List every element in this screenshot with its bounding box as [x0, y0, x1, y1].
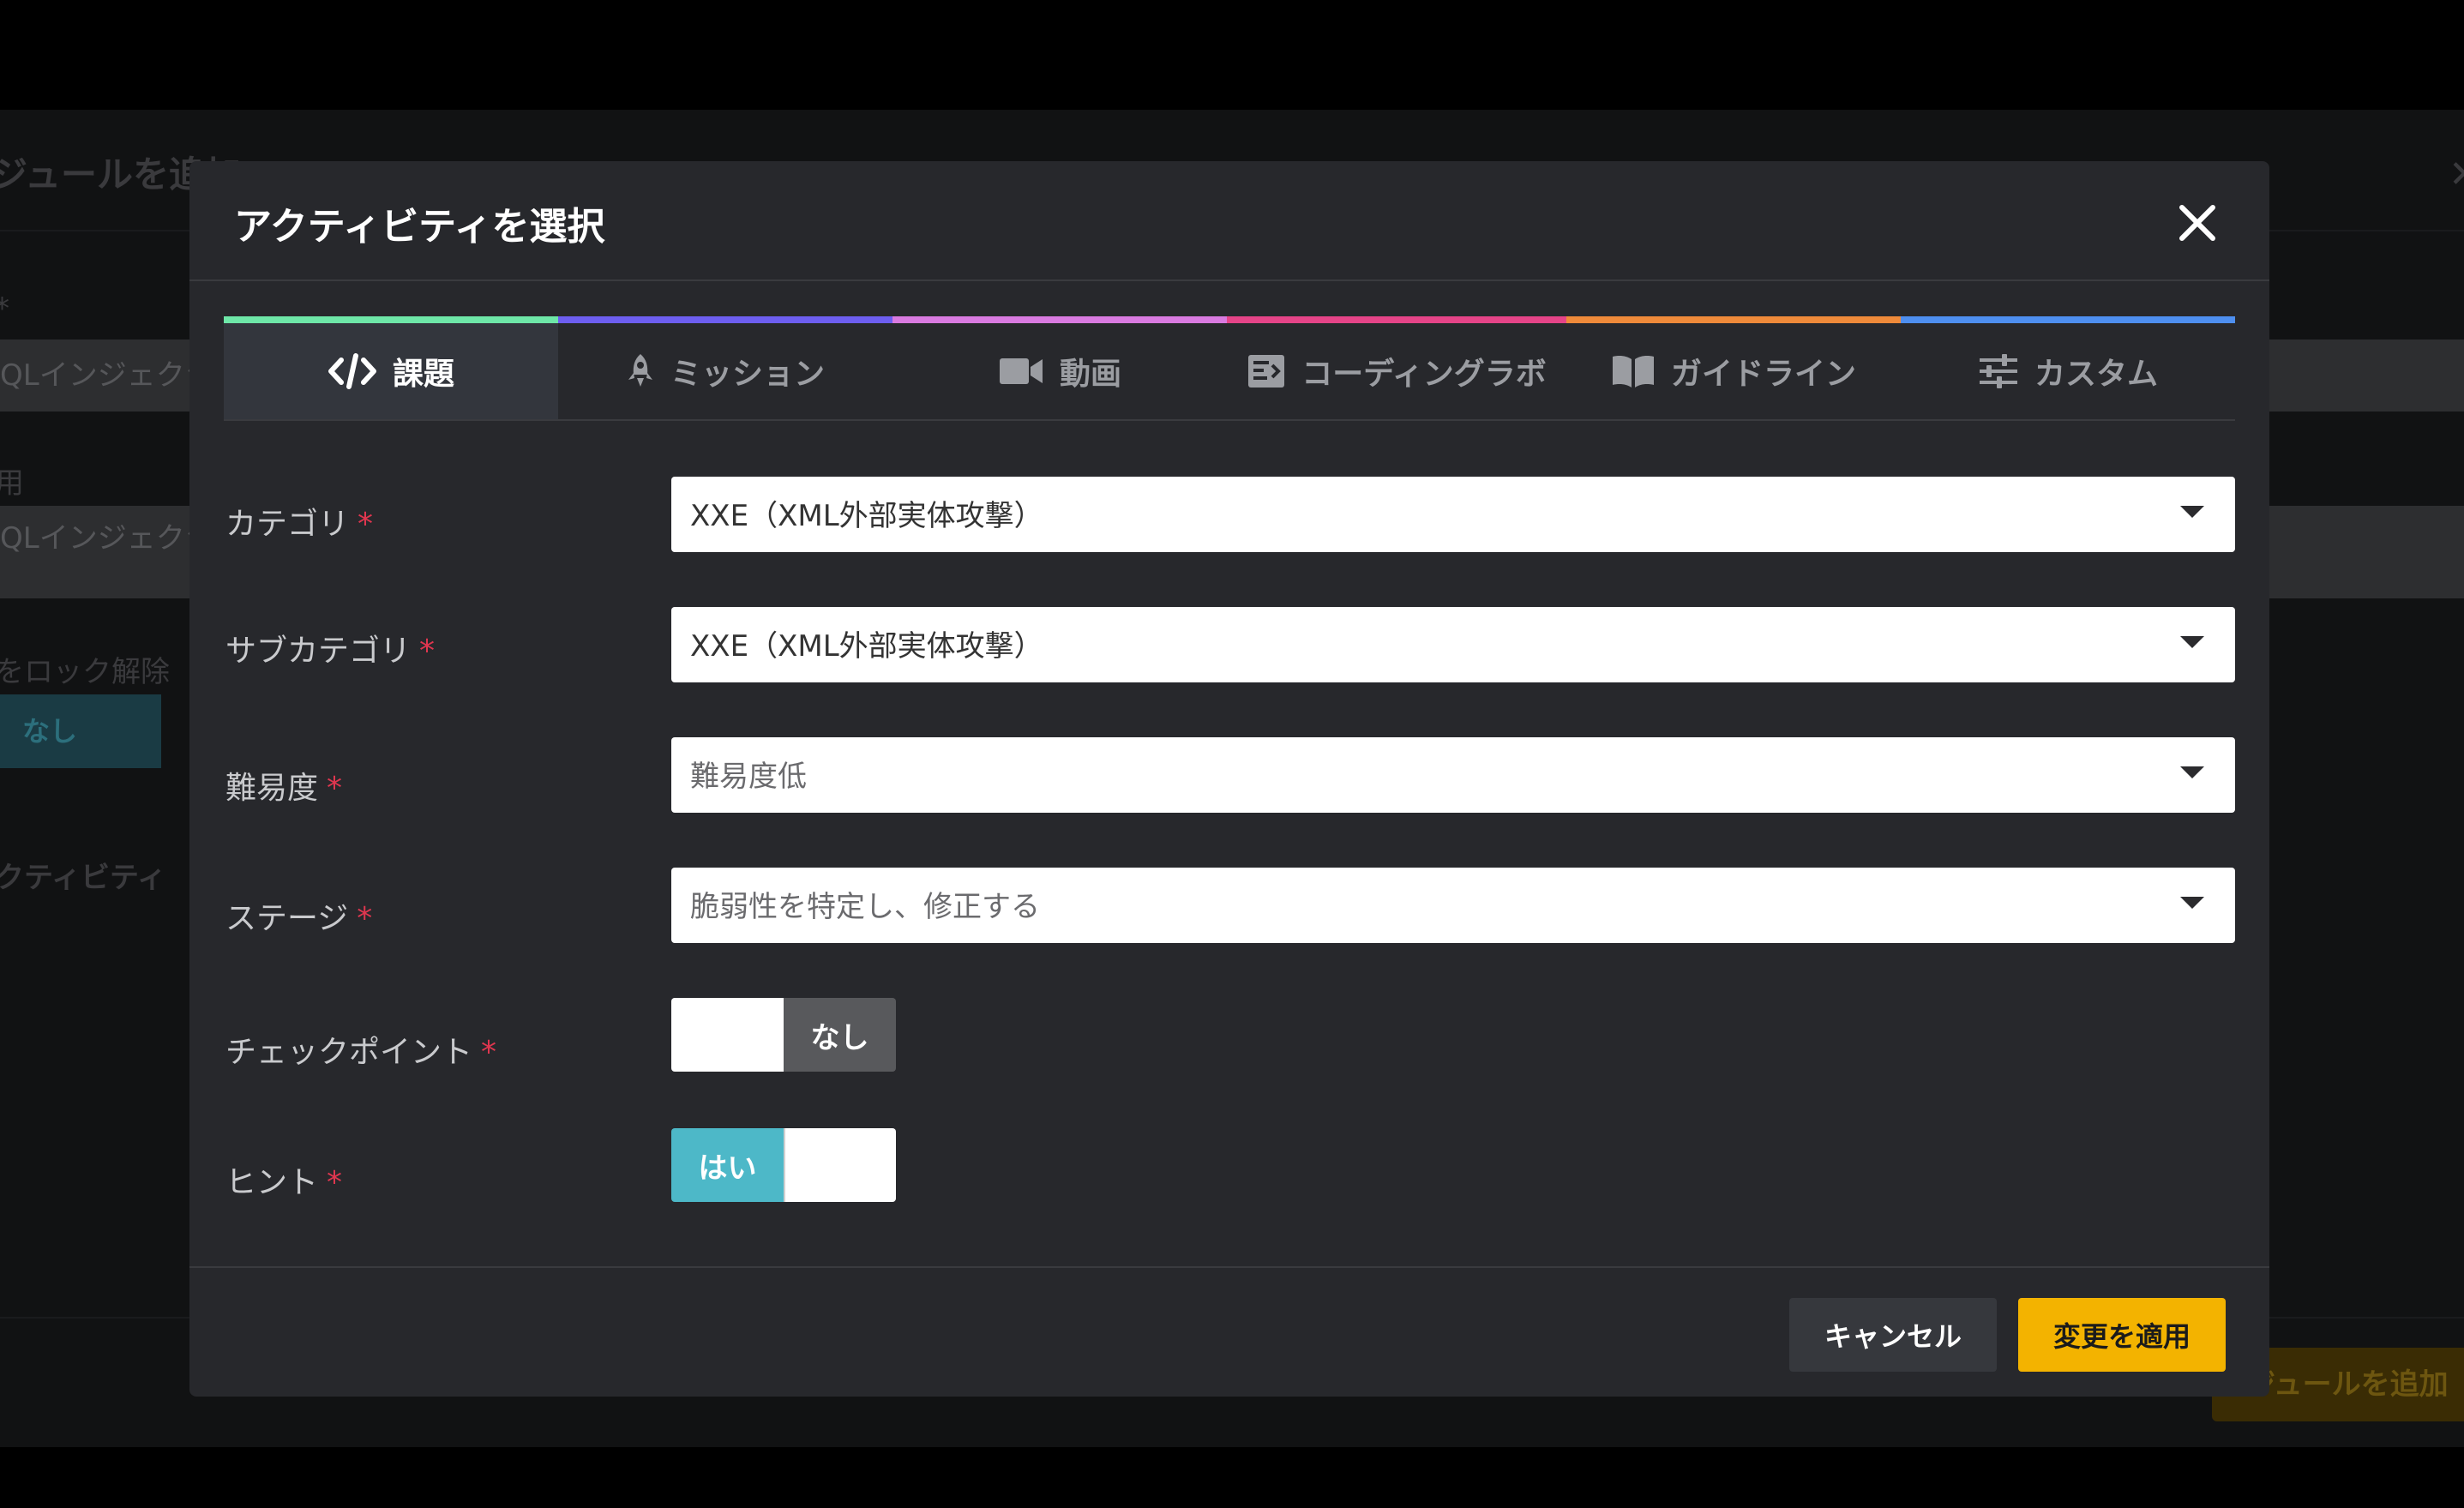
difficulty-label: 難易度 *: [225, 763, 342, 808]
chevron-down-icon: [2180, 897, 2204, 909]
checkpoint-label-text: チェックポイント: [225, 1035, 473, 1070]
tab-guideline[interactable]: ガイドライン: [1566, 316, 1901, 419]
tab-mission[interactable]: ミッション: [558, 316, 892, 419]
activity-type-tabs: 課題 ミッション 動画 コーディングラボ ガイドライン カスタム: [224, 316, 2235, 421]
sliders-icon: [1978, 353, 2019, 389]
code-icon: [328, 353, 377, 389]
tab-assignment[interactable]: 課題: [224, 316, 558, 419]
book-icon: [1611, 353, 1656, 389]
close-button[interactable]: [2173, 199, 2221, 247]
checkpoint-toggle-off-side[interactable]: [671, 998, 784, 1072]
stage-label-text: ステージ: [225, 901, 349, 936]
chevron-down-icon: [2180, 506, 2204, 518]
cancel-button[interactable]: キャンセル: [1789, 1298, 1997, 1372]
rocket-icon: [626, 352, 655, 390]
chevron-down-icon: [2180, 636, 2204, 648]
close-icon: [2179, 205, 2215, 241]
required-mark: *: [419, 634, 436, 669]
modal-title: アクティビティを選択: [234, 205, 605, 249]
background-bottom-bar: [0, 1447, 2464, 1508]
background-unlock-toggle: なし: [0, 694, 161, 768]
stage-select-value: 脆弱性を特定し、修正する: [690, 890, 1040, 924]
category-select[interactable]: XXE（XML外部実体攻撃）: [671, 477, 2235, 552]
tab-video[interactable]: 動画: [892, 316, 1227, 419]
tab-label: ガイドライン: [1670, 357, 1856, 392]
subcategory-select-value: XXE（XML外部実体攻撃）: [690, 629, 1043, 664]
coding-lab-icon: [1247, 353, 1286, 389]
subcategory-label-text: サブカテゴリ: [225, 634, 412, 669]
category-select-value: XXE（XML外部実体攻撃）: [690, 499, 1043, 533]
checkpoint-row: チェックポイント * なし: [189, 998, 2269, 1073]
difficulty-select-value: 難易度低: [690, 760, 807, 794]
select-activity-modal: アクティビティを選択 課題 ミッション 動画 コーディングラボ ガイドライン カ…: [189, 161, 2269, 1397]
modal-header: アクティビティを選択: [189, 161, 2269, 281]
background-field-label: 用: [0, 466, 24, 501]
tab-label: 課題: [392, 357, 454, 392]
hint-toggle[interactable]: はい: [671, 1128, 896, 1202]
difficulty-label-text: 難易度: [225, 771, 319, 806]
hint-label-text: ヒント: [225, 1165, 319, 1200]
category-row: カテゴリ * XXE（XML外部実体攻撃）: [189, 477, 2269, 552]
tab-label: コーディングラボ: [1301, 357, 1547, 392]
stage-row: ステージ * 脆弱性を特定し、修正する: [189, 868, 2269, 943]
chevron-down-icon: [2180, 766, 2204, 778]
checkpoint-toggle-selected[interactable]: なし: [784, 998, 896, 1072]
background-activity-label: クティビティ: [0, 861, 166, 895]
subcategory-select[interactable]: XXE（XML外部実体攻撃）: [671, 607, 2235, 682]
apply-changes-button[interactable]: 変更を適用: [2018, 1298, 2226, 1372]
subcategory-label: サブカテゴリ *: [225, 626, 435, 670]
hint-toggle-off-side[interactable]: [784, 1128, 896, 1202]
subcategory-row: サブカテゴリ * XXE（XML外部実体攻撃）: [189, 607, 2269, 682]
background-field-label: *: [0, 291, 9, 326]
category-label-text: カテゴリ: [225, 507, 350, 542]
hint-row: ヒント * はい: [189, 1128, 2269, 1204]
required-mark: *: [327, 771, 343, 806]
difficulty-row: 難易度 * 難易度低: [189, 737, 2269, 813]
difficulty-select[interactable]: 難易度低: [671, 737, 2235, 813]
tab-label: 動画: [1059, 357, 1121, 392]
required-mark: *: [327, 1165, 343, 1200]
background-close-icon: ✕: [2449, 153, 2464, 196]
modal-footer: キャンセル 変更を適用: [189, 1266, 2269, 1397]
video-icon: [998, 356, 1044, 387]
checkpoint-toggle[interactable]: なし: [671, 998, 896, 1072]
hint-label: ヒント *: [225, 1157, 342, 1202]
background-topbar-text: [0, 36, 2464, 70]
tab-coding-lab[interactable]: コーディングラボ: [1227, 316, 1566, 419]
required-mark: *: [481, 1035, 497, 1070]
tab-label: カスタム: [2034, 357, 2158, 392]
category-label: カテゴリ *: [225, 499, 373, 544]
tab-custom[interactable]: カスタム: [1901, 316, 2235, 419]
hint-toggle-selected[interactable]: はい: [671, 1128, 784, 1202]
tab-label: ミッション: [670, 357, 825, 392]
required-mark: *: [357, 901, 373, 936]
checkpoint-label: チェックポイント *: [225, 1027, 496, 1072]
stage-select[interactable]: 脆弱性を特定し、修正する: [671, 868, 2235, 943]
background-unlock-label: をロック解除: [0, 655, 170, 689]
stage-label: ステージ *: [225, 893, 372, 938]
background-topbar: [0, 0, 2464, 110]
required-mark: *: [358, 507, 374, 542]
